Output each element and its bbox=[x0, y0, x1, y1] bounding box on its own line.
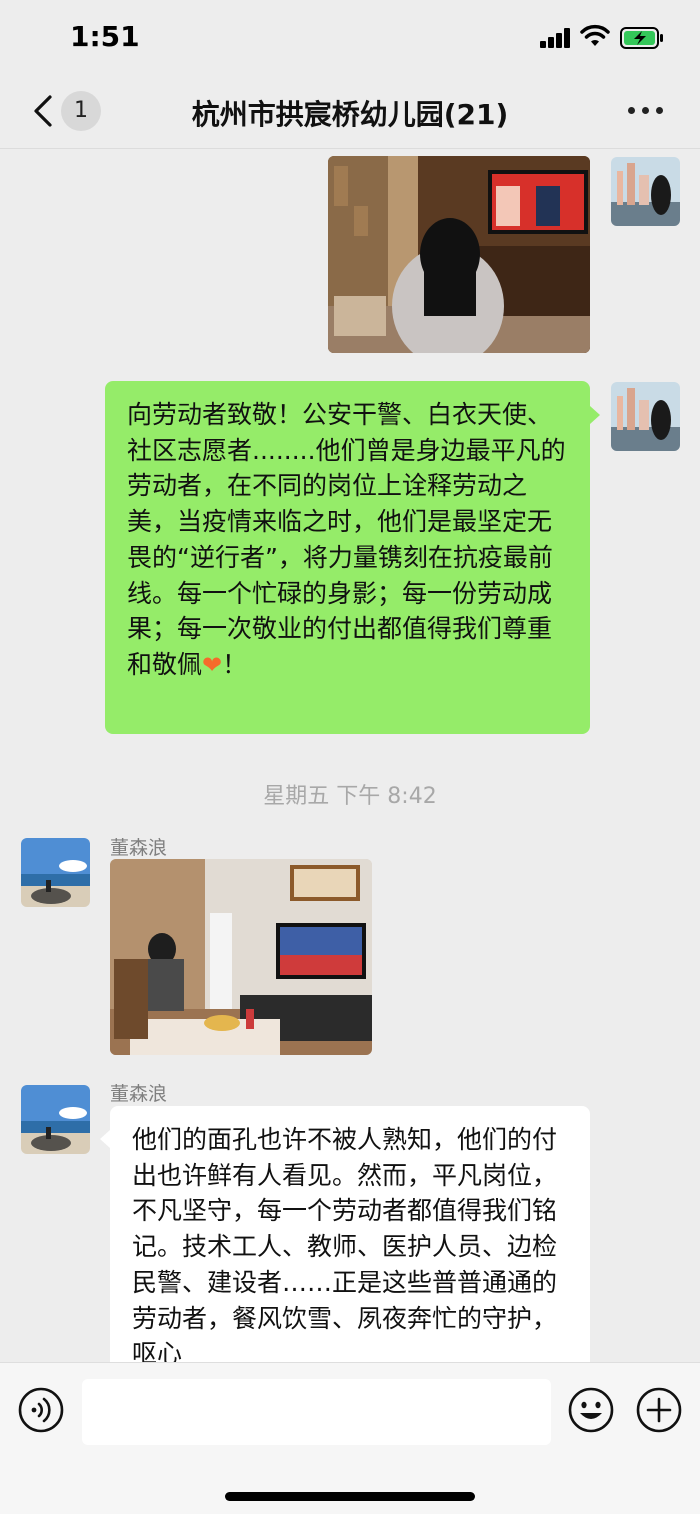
text-message-self[interactable]: 向劳动者致敬！公安干警、白衣天使、社区志愿者........他们曾是身边最平凡的… bbox=[105, 381, 590, 734]
battery-charging-icon bbox=[620, 27, 663, 49]
message-text-end: ！ bbox=[222, 649, 248, 679]
avatar-image bbox=[611, 157, 680, 226]
avatar-image bbox=[611, 382, 680, 451]
sender-avatar[interactable] bbox=[21, 1085, 90, 1154]
bubble-tail bbox=[590, 406, 600, 424]
avatar-image bbox=[21, 838, 90, 907]
more-horizontal-icon[interactable] bbox=[628, 107, 664, 117]
cellular-signal-icon bbox=[540, 28, 572, 48]
message-timestamp: 星期五 下午 8:42 bbox=[263, 784, 437, 809]
message-text: 他们的面孔也许不被人熟知，他们的付出也许鲜有人看见。然而，平凡岗位，不凡坚守，每… bbox=[132, 1125, 558, 1369]
unread-count-badge[interactable]: 1 bbox=[61, 91, 101, 131]
voice-icon[interactable] bbox=[18, 1387, 64, 1433]
home-indicator[interactable] bbox=[225, 1492, 475, 1501]
plus-circle-icon[interactable] bbox=[636, 1387, 682, 1433]
avatar-image bbox=[21, 1085, 90, 1154]
message-input[interactable] bbox=[82, 1379, 551, 1445]
self-avatar[interactable] bbox=[611, 382, 680, 451]
sender-name: 董森浪 bbox=[110, 837, 168, 859]
chevron-left-icon[interactable] bbox=[28, 93, 58, 129]
status-time: 1:51 bbox=[70, 20, 140, 53]
sender-name: 董森浪 bbox=[110, 1083, 168, 1105]
heart-emoji-icon: ❤ bbox=[202, 650, 223, 679]
chat-title: 杭州市拱宸桥幼儿园(21) bbox=[191, 98, 509, 131]
wifi-icon bbox=[580, 24, 610, 46]
text-message-other[interactable]: 他们的面孔也许不被人熟知，他们的付出也许鲜有人看见。然而，平凡岗位，不凡坚守，每… bbox=[110, 1106, 590, 1396]
photo-woman-watching-tv bbox=[110, 859, 372, 1055]
photo-woman-watching-tv bbox=[328, 156, 590, 353]
message-text: 向劳动者致敬！公安干警、白衣天使、社区志愿者........他们曾是身边最平凡的… bbox=[127, 400, 566, 679]
sender-avatar[interactable] bbox=[21, 838, 90, 907]
status-bar: 1:51 bbox=[0, 0, 700, 75]
image-message[interactable] bbox=[328, 156, 590, 353]
image-message[interactable] bbox=[110, 859, 372, 1055]
chat-header: 1 杭州市拱宸桥幼儿园(21) bbox=[0, 75, 700, 149]
bubble-tail bbox=[100, 1130, 110, 1148]
self-avatar[interactable] bbox=[611, 157, 680, 226]
emoji-icon[interactable] bbox=[568, 1387, 614, 1433]
